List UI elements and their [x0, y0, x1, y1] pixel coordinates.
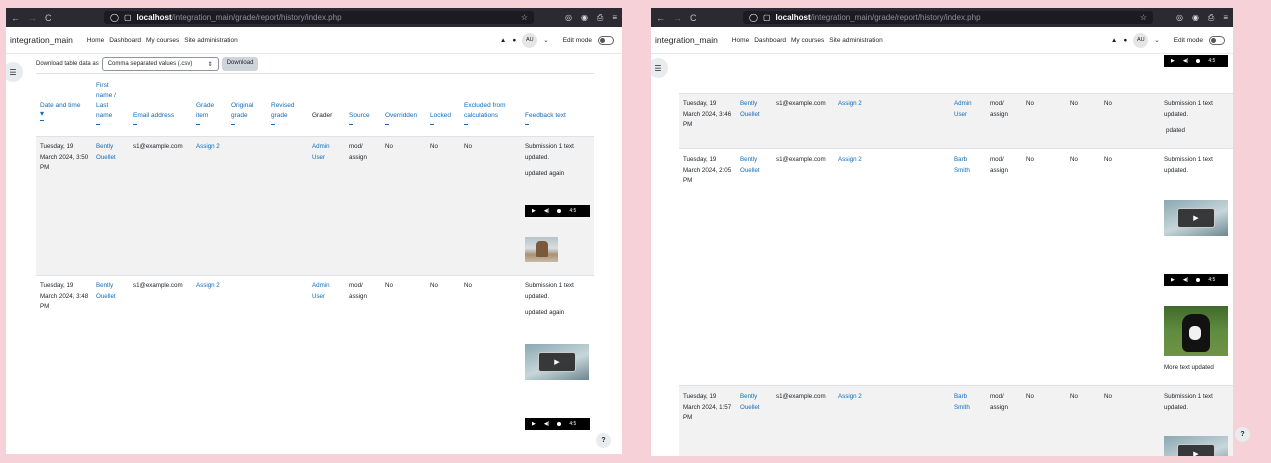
col-locked-header[interactable]: Locked — [430, 111, 451, 125]
col-email-header[interactable]: Email address — [133, 111, 174, 125]
site-brand[interactable]: integration_main — [655, 35, 718, 45]
bell-icon[interactable]: ▲ — [1111, 37, 1117, 44]
site-navbar: integration_main Home Dashboard My cours… — [6, 27, 622, 54]
col-grader-header: Grader — [312, 112, 333, 119]
col-date-header[interactable]: Date and time ▾ — [40, 101, 80, 121]
chat-icon[interactable]: ● — [1123, 37, 1127, 44]
edit-mode-label: Edit mode — [562, 36, 592, 44]
play-icon[interactable]: ▶ — [1177, 208, 1215, 228]
drawer-icon: ☰ — [654, 63, 662, 73]
bookmark-star-icon[interactable]: ☆ — [1140, 13, 1147, 22]
volume-icon: ◀) — [543, 208, 550, 214]
browser-window-left: ← → C ◯ ▢ localhost/integration_main/gra… — [6, 8, 622, 454]
drawer-toggle[interactable]: ☰ — [651, 58, 668, 78]
download-button[interactable]: Download — [221, 57, 259, 71]
bookmark-star-icon[interactable]: ☆ — [521, 13, 528, 22]
site-navbar: integration_main Home Dashboard My cours… — [651, 27, 1233, 54]
play-icon[interactable]: ▶ — [538, 352, 576, 372]
pocket-icon[interactable]: ◎ — [1176, 13, 1183, 23]
shield-icon: ◯ — [749, 13, 758, 22]
play-icon: ▶ — [532, 208, 536, 214]
url-bar[interactable]: ◯ ▢ localhost/integration_main/grade/rep… — [104, 11, 534, 24]
url-bar[interactable]: ◯ ▢ localhost/integration_main/grade/rep… — [743, 11, 1153, 24]
play-icon: ▶ — [532, 421, 536, 427]
site-brand[interactable]: integration_main — [10, 35, 73, 45]
extensions-icon[interactable]: ⎙ — [1208, 13, 1214, 23]
back-icon[interactable]: ← — [656, 13, 665, 23]
browser-window-right: ← → C ◯ ▢ localhost/integration_main/gra… — [651, 8, 1233, 456]
drawer-icon: ☰ — [9, 67, 17, 77]
sort-desc-icon: ▾ — [40, 109, 45, 118]
volume-icon: ◀) — [1182, 277, 1189, 283]
url-path: /integration_main/grade/report/history/i… — [810, 13, 981, 22]
menu-home[interactable]: Home — [732, 37, 749, 44]
audio-player[interactable]: ▶ ◀) 4:5 — [525, 418, 590, 430]
url-path: /integration_main/grade/report/history/i… — [171, 13, 342, 22]
audio-player[interactable]: ▶ ◀) 4:5 — [1164, 55, 1228, 67]
play-icon: ▶ — [1171, 277, 1175, 283]
url-host: localhost — [775, 13, 811, 22]
video-player[interactable]: ▶ — [1164, 436, 1228, 456]
browser-toolbar: ← → C ◯ ▢ localhost/integration_main/gra… — [6, 8, 622, 27]
drawer-toggle[interactable]: ☰ — [6, 62, 23, 82]
menu-my-courses[interactable]: My courses — [791, 37, 824, 44]
app-menu-icon[interactable]: ≡ — [612, 13, 617, 23]
url-host: localhost — [136, 13, 172, 22]
page-icon: ▢ — [762, 13, 771, 22]
download-bar: Download table data as Comma separated v… — [36, 57, 259, 71]
avatar[interactable]: AU — [1133, 32, 1149, 48]
help-button[interactable]: ? — [1235, 427, 1250, 442]
audio-player[interactable]: ▶ ◀) 4:5 — [1164, 274, 1228, 286]
chevron-down-icon[interactable]: ⌄ — [1154, 36, 1159, 44]
edit-mode-label: Edit mode — [1173, 36, 1203, 44]
account-icon[interactable]: ◉ — [1192, 13, 1199, 23]
menu-dashboard[interactable]: Dashboard — [754, 37, 786, 44]
back-icon[interactable]: ← — [11, 13, 20, 23]
chevron-down-icon[interactable]: ⌄ — [543, 36, 548, 44]
menu-dashboard[interactable]: Dashboard — [109, 37, 141, 44]
col-source-header[interactable]: Source — [349, 111, 370, 125]
app-menu-icon[interactable]: ≡ — [1223, 13, 1228, 23]
play-icon: ▶ — [1171, 58, 1175, 64]
edit-mode-toggle[interactable] — [598, 35, 614, 45]
col-feedback-header[interactable]: Feedback text — [525, 111, 566, 125]
menu-site-administration[interactable]: Site administration — [829, 37, 882, 44]
feedback-image-cat — [1164, 306, 1228, 356]
volume-icon: ◀) — [543, 421, 550, 427]
shield-icon: ◯ — [110, 13, 119, 22]
menu-my-courses[interactable]: My courses — [146, 37, 179, 44]
video-player[interactable]: ▶ — [525, 344, 589, 380]
extensions-icon[interactable]: ⎙ — [597, 13, 603, 23]
col-grade-item-header[interactable]: Grade item — [196, 101, 222, 125]
volume-icon: ◀) — [1182, 58, 1189, 64]
col-original-grade-header[interactable]: Original grade — [231, 101, 263, 125]
menu-site-administration[interactable]: Site administration — [184, 37, 237, 44]
reload-icon[interactable]: C — [690, 13, 697, 23]
download-format-select[interactable]: Comma separated values (.csv) ⇕ — [101, 57, 219, 71]
chat-icon[interactable]: ● — [512, 37, 516, 44]
video-player[interactable]: ▶ — [1164, 200, 1228, 236]
edit-mode-toggle[interactable] — [1209, 35, 1225, 45]
help-button[interactable]: ? — [596, 433, 611, 448]
play-icon[interactable]: ▶ — [1177, 444, 1215, 456]
select-arrow-icon: ⇕ — [207, 61, 213, 68]
avatar[interactable]: AU — [522, 32, 538, 48]
account-icon[interactable]: ◉ — [581, 13, 588, 23]
col-overridden-header[interactable]: Overridden — [385, 111, 417, 125]
bell-icon[interactable]: ▲ — [500, 37, 506, 44]
forward-icon[interactable]: → — [673, 13, 682, 23]
download-label: Download table data as — [36, 61, 99, 67]
page-icon: ▢ — [123, 13, 132, 22]
reload-icon[interactable]: C — [45, 13, 52, 23]
menu-home[interactable]: Home — [87, 37, 104, 44]
col-revised-grade-header[interactable]: Revised grade — [271, 101, 303, 125]
browser-toolbar: ← → C ◯ ▢ localhost/integration_main/gra… — [651, 8, 1233, 27]
feedback-image-dog — [525, 237, 558, 262]
col-firstname-header[interactable]: First name / Last name — [96, 81, 126, 125]
audio-player[interactable]: ▶ ◀) 4:5 — [525, 205, 590, 217]
forward-icon[interactable]: → — [28, 13, 37, 23]
col-excluded-header[interactable]: Excluded from calculations — [464, 101, 519, 125]
pocket-icon[interactable]: ◎ — [565, 13, 572, 23]
